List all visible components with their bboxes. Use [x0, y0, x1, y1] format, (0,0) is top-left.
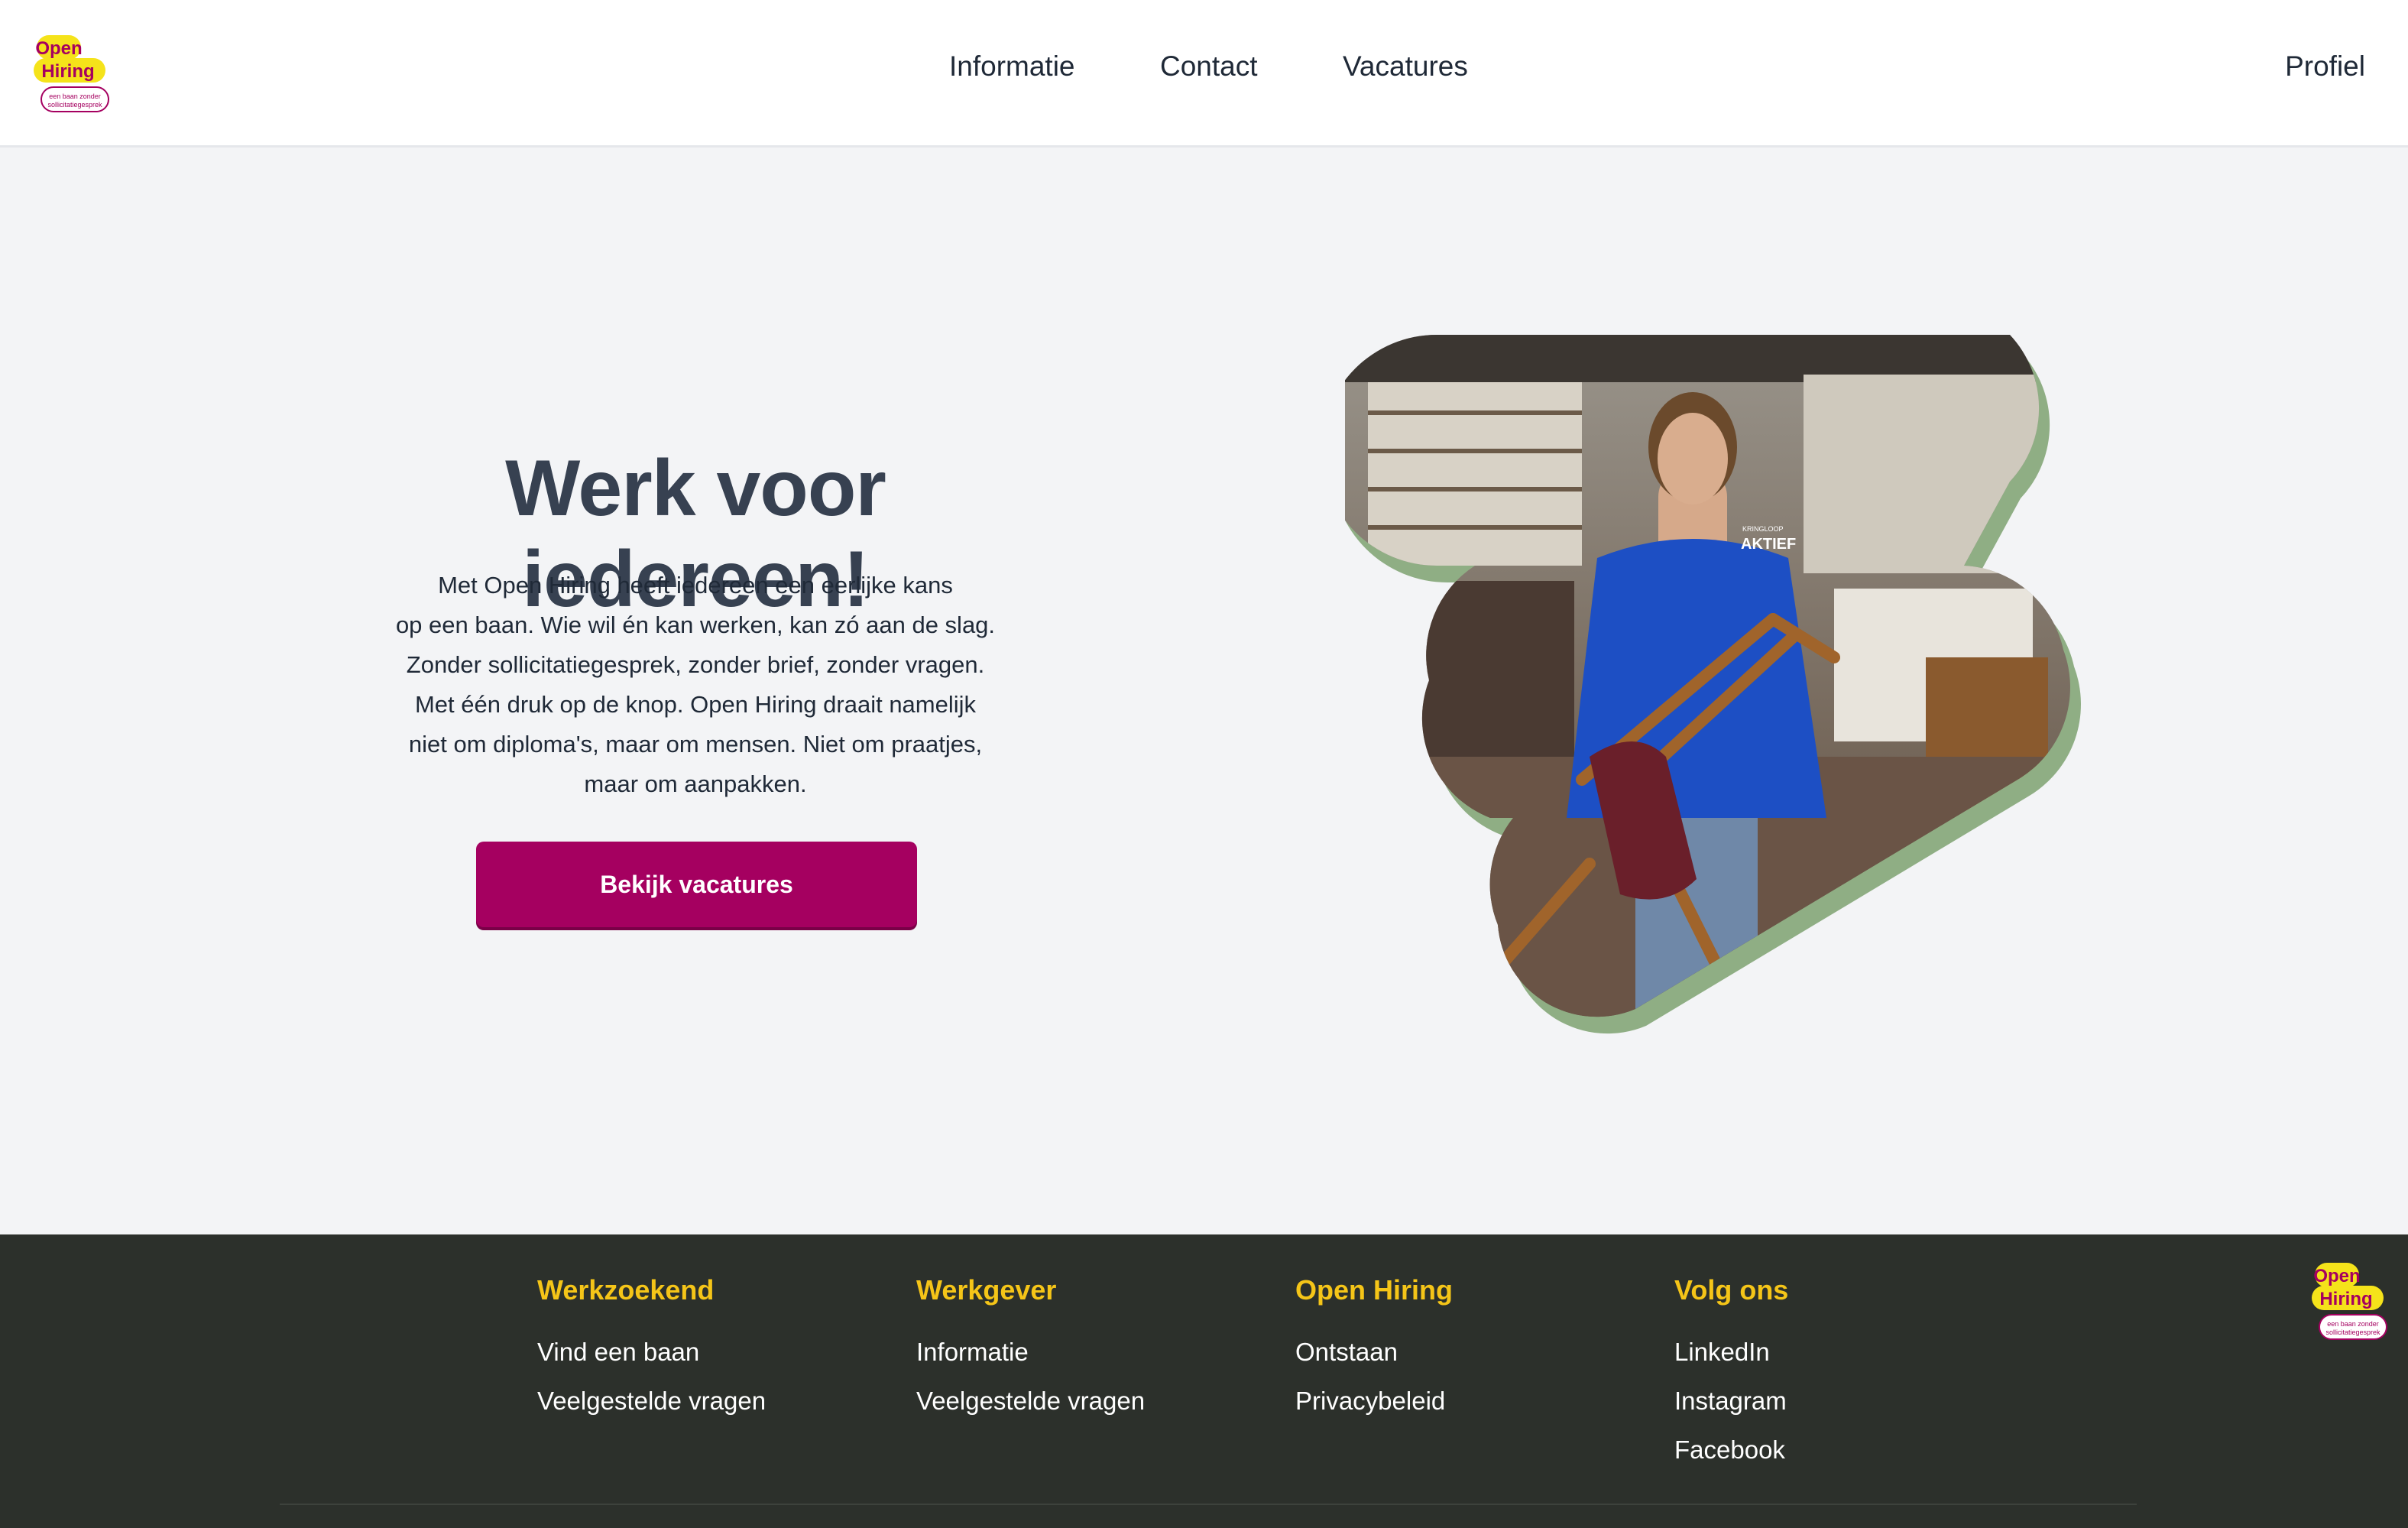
- svg-text:Open: Open: [2313, 1266, 2360, 1286]
- footer-column-werkzoekend: Werkzoekend Vind een baan Veelgestelde v…: [537, 1274, 766, 1426]
- footer-heading: Werkzoekend: [537, 1274, 715, 1306]
- svg-text:een baan zonder: een baan zonder: [2327, 1320, 2379, 1328]
- footer-heading: Volg ons: [1674, 1274, 1789, 1306]
- hero-photo: KRINGLOOP AKTIEF: [1345, 335, 2081, 1034]
- footer-link-facebook[interactable]: Facebook: [1674, 1426, 1788, 1474]
- footer-link-ontstaan[interactable]: Ontstaan: [1295, 1328, 1453, 1377]
- footer-link-privacybeleid[interactable]: Privacybeleid: [1295, 1377, 1453, 1426]
- svg-text:een baan zonder: een baan zonder: [49, 92, 101, 100]
- hero-line: Met één druk op de knop. Open Hiring dra…: [414, 691, 977, 718]
- jacket-text: KRINGLOOP: [1742, 525, 1784, 533]
- footer-link-faq[interactable]: Veelgestelde vragen: [537, 1377, 766, 1426]
- logo-icon: Open Hiring een baan zonder sollicitatie…: [34, 35, 109, 112]
- open-hiring-logo[interactable]: Open Hiring een baan zonder sollicitatie…: [32, 34, 113, 115]
- footer-heading: Werkgever: [916, 1274, 1057, 1306]
- footer-link-vind-een-baan[interactable]: Vind een baan: [537, 1328, 766, 1377]
- svg-text:sollicitatiegesprek: sollicitatiegesprek: [47, 101, 102, 109]
- hero-line: Met Open Hiring heeft iedereen een eerli…: [438, 572, 953, 599]
- hero-line: niet om diploma's, maar om mensen. Niet …: [408, 731, 983, 758]
- footer-divider: [280, 1504, 2137, 1505]
- site-footer: Werkzoekend Vind een baan Veelgestelde v…: [0, 1234, 2408, 1528]
- footer-link-faq[interactable]: Veelgestelde vragen: [916, 1377, 1145, 1426]
- hero-line: op een baan. Wie wil én kan werken, kan …: [395, 612, 996, 638]
- footer-link-instagram[interactable]: Instagram: [1674, 1377, 1788, 1426]
- jacket-text: AKTIEF: [1741, 536, 1796, 553]
- logo-icon: Open Hiring een baan zonder sollicitatie…: [2312, 1263, 2387, 1340]
- footer-column-open-hiring: Open Hiring Ontstaan Privacybeleid: [1295, 1274, 1453, 1426]
- footer-heading: Open Hiring: [1295, 1274, 1453, 1306]
- nav-informatie[interactable]: Informatie: [949, 50, 1075, 83]
- nav-profiel[interactable]: Profiel: [2285, 50, 2365, 83]
- hero-description: Met Open Hiring heeft iedereen een eerli…: [352, 566, 1039, 804]
- svg-text:Hiring: Hiring: [41, 61, 94, 82]
- svg-text:Hiring: Hiring: [2319, 1289, 2372, 1309]
- footer-column-werkgever: Werkgever Informatie Veelgestelde vragen: [916, 1274, 1145, 1426]
- nav-vacatures[interactable]: Vacatures: [1343, 50, 1468, 83]
- footer-link-informatie[interactable]: Informatie: [916, 1328, 1145, 1377]
- site-header: Open Hiring een baan zonder sollicitatie…: [0, 0, 2408, 148]
- footer-logo[interactable]: Open Hiring een baan zonder sollicitatie…: [2310, 1261, 2391, 1342]
- nav-contact[interactable]: Contact: [1160, 50, 1258, 83]
- hero-line: Zonder sollicitatiegesprek, zonder brief…: [406, 651, 985, 678]
- footer-link-linkedin[interactable]: LinkedIn: [1674, 1328, 1788, 1377]
- svg-text:sollicitatiegesprek: sollicitatiegesprek: [2325, 1328, 2380, 1336]
- svg-text:Open: Open: [35, 38, 82, 59]
- footer-column-volg-ons: Volg ons LinkedIn Instagram Facebook: [1674, 1274, 1788, 1474]
- hero-line: maar om aanpakken.: [584, 770, 807, 797]
- bekijk-vacatures-button[interactable]: Bekijk vacatures: [476, 842, 917, 927]
